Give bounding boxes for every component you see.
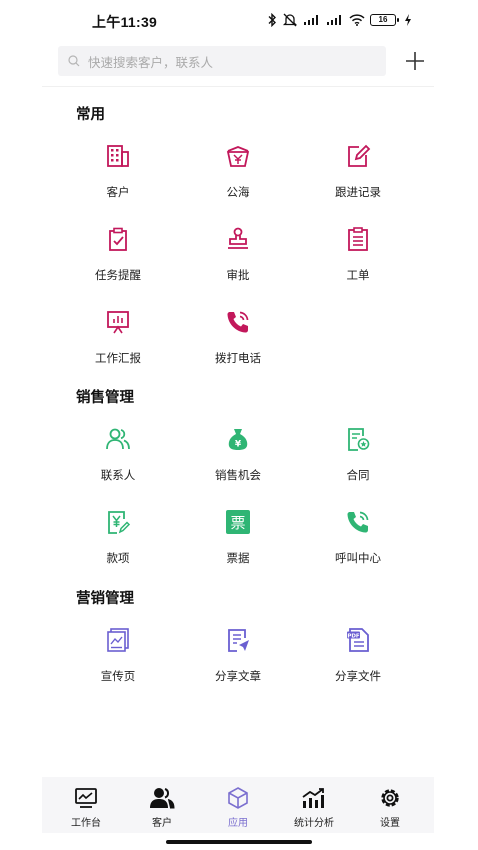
app-item-label: 销售机会 [215,470,261,482]
nav-item-workbench[interactable]: 工作台 [62,777,110,833]
app-item-approval[interactable]: 审批 [178,225,298,308]
nav-label: 工作台 [71,818,101,829]
signal-2-icon [327,15,341,25]
common-grid: 客户 公海 跟进记录 任务提醒 审批 工单 工作汇报 拨打电话 [58,142,418,391]
app-item-share-article[interactable]: 分享文章 [178,626,298,709]
home-indicator[interactable] [166,840,312,844]
customers-icon [149,786,175,810]
battery-indicator: 16 [370,14,399,26]
app-item-label: 工单 [346,270,370,282]
app-item-follow-up[interactable]: 跟进记录 [298,142,418,225]
app-item-label: 审批 [226,270,250,282]
section-title-common: 常用 [76,107,105,123]
promo-page-icon [104,626,132,654]
app-item-work-report[interactable]: 工作汇报 [58,308,178,391]
app-item-contacts[interactable]: 联系人 [58,425,178,508]
building-icon [104,142,132,170]
edit-icon [344,142,372,170]
clipboard-check-icon [104,225,132,253]
header-divider [42,86,434,87]
presentation-icon [104,308,132,336]
app-item-promo-page[interactable]: 宣传页 [58,626,178,709]
apps-cube-icon [225,786,251,810]
search-input[interactable]: 快速搜索客户，联系人 [58,46,386,76]
payment-icon [104,508,132,536]
nav-item-apps[interactable]: 应用 [214,777,262,833]
svg-text:PDF: PDF [347,633,360,639]
signal-1-icon [304,15,318,25]
list-doc-icon [344,225,372,253]
app-item-customers[interactable]: 客户 [58,142,178,225]
search-placeholder: 快速搜索客户，联系人 [88,55,214,70]
app-item-label: 分享文件 [335,671,381,683]
search-row: 快速搜索客户，联系人 [58,46,428,76]
app-item-label: 公海 [226,187,250,199]
plus-icon [406,52,424,70]
add-button[interactable] [402,48,428,74]
nav-item-statistics[interactable]: 统计分析 [290,777,338,833]
app-item-label: 合同 [346,470,370,482]
app-item-call-center[interactable]: 呼叫中心 [298,508,418,591]
status-icons: 16 [267,13,412,27]
pdf-file-icon: PDF [344,626,372,654]
app-item-label: 工作汇报 [95,353,141,365]
app-item-sales-opportunity[interactable]: ¥ 销售机会 [178,425,298,508]
status-time: 上午11:39 [92,14,158,30]
charging-bolt-icon [405,14,411,26]
wifi-icon [349,14,365,26]
ticket-icon: 票 [224,508,252,536]
app-item-label: 拨打电话 [215,353,261,365]
app-item-label: 分享文章 [215,671,261,683]
app-item-label: 跟进记录 [335,187,381,199]
marketing-grid: 宣传页 分享文章 PDF 分享文件 [58,626,418,709]
stats-icon [301,786,327,810]
ticket-glyph: 票 [230,514,245,532]
app-item-make-call[interactable]: 拨打电话 [178,308,298,391]
nav-label: 客户 [152,818,172,829]
call-center-icon [344,508,372,536]
nav-label: 设置 [380,818,400,829]
contract-icon [344,425,372,453]
app-item-work-order[interactable]: 工单 [298,225,418,308]
section-title-marketing: 营销管理 [76,591,134,607]
svg-text:¥: ¥ [235,440,242,450]
nav-item-settings[interactable]: 设置 [366,777,414,833]
basket-icon [224,142,252,170]
money-bag-icon: ¥ [224,425,252,453]
app-item-label: 呼叫中心 [335,553,381,565]
share-article-icon [224,626,252,654]
battery-level: 16 [378,15,388,24]
app-item-share-file[interactable]: PDF 分享文件 [298,626,418,709]
section-title-sales: 销售管理 [76,390,134,406]
settings-gear-icon [377,786,403,810]
mute-bell-icon [282,13,298,27]
app-item-label: 款项 [106,553,130,565]
nav-item-customers[interactable]: 客户 [138,777,186,833]
app-item-label: 宣传页 [100,671,136,683]
app-item-public-pool[interactable]: 公海 [178,142,298,225]
search-icon [68,55,80,67]
nav-label: 统计分析 [294,818,334,829]
stamp-icon [224,225,252,253]
app-item-payment[interactable]: 款项 [58,508,178,591]
app-item-task-reminder[interactable]: 任务提醒 [58,225,178,308]
app-item-bills[interactable]: 票 票据 [178,508,298,591]
phone-call-icon [224,308,252,336]
app-item-label: 联系人 [100,470,136,482]
status-bar: 上午11:39 16 [0,0,478,44]
contacts-icon [104,425,132,453]
dashboard-icon [73,786,99,810]
app-item-label: 任务提醒 [95,270,141,282]
app-item-contract[interactable]: 合同 [298,425,418,508]
app-item-label: 客户 [106,187,130,199]
bottom-nav: 工作台 客户 应用 统计分析 设置 [42,777,434,833]
sales-grid: 联系人 ¥ 销售机会 合同 款项 票 票据 呼叫中心 [58,425,418,591]
app-item-label: 票据 [226,553,250,565]
nav-label: 应用 [228,818,248,829]
app-screen: 上午11:39 16 快速搜索客户，联系人 常用 客户 公海 跟进记录 任务提醒… [0,0,478,850]
bluetooth-icon [268,13,276,27]
